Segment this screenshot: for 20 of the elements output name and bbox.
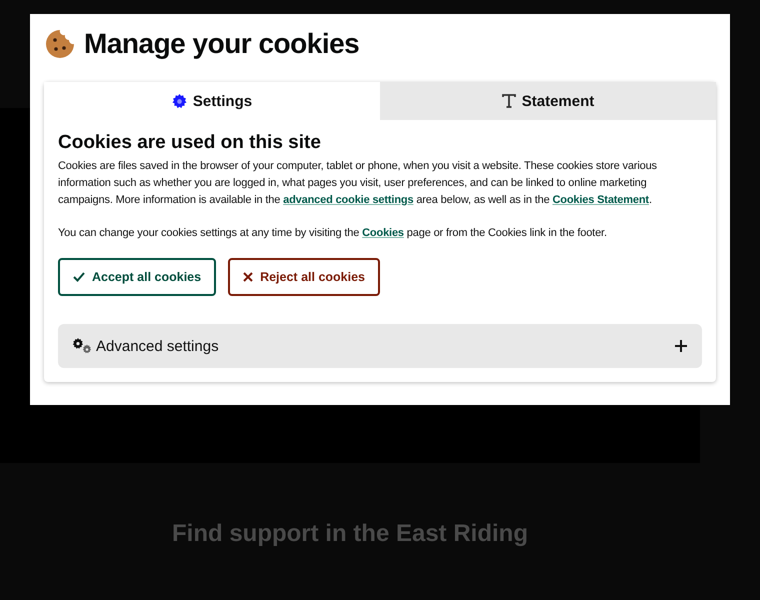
plus-icon xyxy=(674,339,688,353)
check-icon xyxy=(73,272,85,282)
link[interactable]: Cookies Statement xyxy=(552,194,649,206)
gear-icon xyxy=(172,94,187,108)
link[interactable]: Cookies xyxy=(362,227,404,239)
accordion-header[interactable]: Advanced settings xyxy=(58,324,702,368)
tab[interactable]: Statement xyxy=(380,82,716,120)
tab[interactable]: Settings xyxy=(44,82,380,120)
gears-icon xyxy=(72,338,92,354)
cookie-icon xyxy=(44,28,76,60)
section-heading: Find support in the East Riding xyxy=(171,520,529,548)
text-icon xyxy=(502,94,516,108)
paragraph: Cookies are files saved in the browser of your computer, tablet or phone, when you visit a website. These cookies store various information such as whether you are logged in, what pages you visit, user preferences, and can be linked to online marketing campaigns. More information is available in the advanced cookie settings area below, as well as in the Cookies Statement. xyxy=(58,159,658,208)
accept-button[interactable]: Accept all cookies xyxy=(58,258,216,296)
section-heading: Cookies are used on this site xyxy=(58,132,322,154)
reject-button[interactable]: Reject all cookies xyxy=(228,258,380,296)
paragraph: You can change your cookies settings at any time by visiting the Cookies page or from the Cookies link in the footer. xyxy=(58,226,608,241)
close-icon xyxy=(243,272,254,282)
link[interactable]: advanced cookie settings xyxy=(283,194,414,206)
dialog-title: Manage your cookies xyxy=(84,28,360,60)
